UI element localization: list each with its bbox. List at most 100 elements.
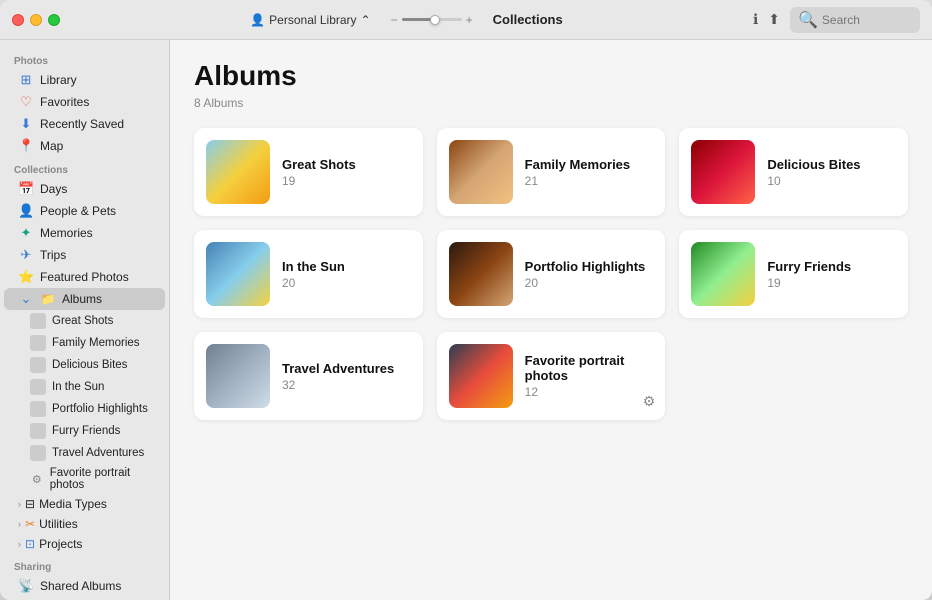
zoom-plus-icon: + <box>466 13 473 27</box>
minimize-button[interactable] <box>30 14 42 26</box>
album-card-in-the-sun[interactable]: In the Sun20 <box>194 230 423 318</box>
maximize-button[interactable] <box>48 14 60 26</box>
sidebar-item-favorites[interactable]: ♡ Favorites <box>4 91 165 113</box>
zoom-slider[interactable] <box>402 18 462 21</box>
sidebar-item-recently-saved[interactable]: ⬇ Recently Saved <box>4 113 165 135</box>
albums-count: 8 Albums <box>194 96 908 110</box>
sidebar-label-in-the-sun: In the Sun <box>52 381 104 393</box>
sidebar-item-favorite-portrait[interactable]: ⚙ Favorite portrait photos <box>4 464 165 494</box>
album-count-favorite-portrait: 12 <box>525 385 654 399</box>
map-icon: 📍 <box>18 138 34 154</box>
library-name: Personal Library <box>269 13 356 27</box>
album-count-travel-adventures: 32 <box>282 378 411 392</box>
album-name-great-shots: Great Shots <box>282 157 411 172</box>
albums-grid: Great Shots19Family Memories21Delicious … <box>194 128 908 420</box>
album-card-portfolio-highlights[interactable]: Portfolio Highlights20 <box>437 230 666 318</box>
album-card-great-shots[interactable]: Great Shots19 <box>194 128 423 216</box>
chevron-right-icon-3: › <box>18 539 21 549</box>
favorites-icon: ♡ <box>18 94 34 110</box>
sidebar-item-in-the-sun[interactable]: In the Sun <box>4 376 165 398</box>
family-memories-thumb <box>30 335 46 351</box>
chevron-right-icon-2: › <box>18 519 21 529</box>
sidebar-label-favorite-portrait: Favorite portrait photos <box>50 467 151 491</box>
sidebar-item-albums[interactable]: ⌄ 📁 Albums <box>4 288 165 310</box>
sidebar-label-trips: Trips <box>40 248 66 262</box>
trips-icon: ✈ <box>18 247 34 263</box>
travel-adventures-thumb <box>30 445 46 461</box>
main-content: Photos ⊞ Library ♡ Favorites ⬇ Recently … <box>0 40 932 600</box>
album-name-family-memories: Family Memories <box>525 157 654 172</box>
album-name-travel-adventures: Travel Adventures <box>282 361 411 376</box>
album-name-favorite-portrait: Favorite portrait photos <box>525 353 654 383</box>
album-card-delicious-bites[interactable]: Delicious Bites 10 <box>679 128 908 216</box>
search-input[interactable] <box>822 13 912 27</box>
projects-icon: ⊡ <box>25 537 35 551</box>
sidebar-item-projects[interactable]: › ⊡ Projects <box>4 534 165 554</box>
album-card-family-memories[interactable]: Family Memories 21 <box>437 128 666 216</box>
sidebar-item-portfolio-highlights[interactable]: Portfolio Highlights <box>4 398 165 420</box>
album-card-travel-adventures[interactable]: Travel Adventures 32 <box>194 332 423 420</box>
people-pets-icon: 👤 <box>18 203 34 219</box>
sidebar-label-featured-photos: Featured Photos <box>40 270 129 284</box>
favorite-portrait-gear-icon: ⚙ <box>30 473 44 486</box>
sidebar-section-sharing: Sharing <box>0 554 169 575</box>
sidebar-item-media-types[interactable]: › ⊟ Media Types <box>4 494 165 514</box>
titlebar: 👤 Personal Library ⌃ − + Collections ℹ ⬆… <box>0 0 932 40</box>
zoom-minus-icon: − <box>391 13 398 27</box>
album-thumb-travel-adventures <box>206 344 270 408</box>
sidebar-item-featured-photos[interactable]: ⭐ Featured Photos <box>4 266 165 288</box>
sidebar-item-travel-adventures[interactable]: Travel Adventures <box>4 442 165 464</box>
sidebar-label-media-types: Media Types <box>39 497 107 511</box>
sidebar-label-great-shots: Great Shots <box>52 315 113 327</box>
sidebar-label-family-memories: Family Memories <box>52 337 140 349</box>
titlebar-right: ℹ ⬆ 🔍 <box>753 7 920 33</box>
sidebar-item-utilities[interactable]: › ✂ Utilities <box>4 514 165 534</box>
album-name-delicious-bites: Delicious Bites <box>767 157 896 172</box>
search-box[interactable]: 🔍 <box>790 7 920 33</box>
sidebar-label-shared-albums: Shared Albums <box>40 579 121 593</box>
memories-icon: ✦ <box>18 225 34 241</box>
library-selector[interactable]: 👤 Personal Library ⌃ <box>250 13 370 27</box>
sidebar-label-portfolio-highlights: Portfolio Highlights <box>52 403 148 415</box>
album-count-family-memories: 21 <box>525 174 654 188</box>
sidebar-label-furry-friends: Furry Friends <box>52 425 120 437</box>
album-count-furry-friends: 19 <box>767 276 896 290</box>
sidebar-item-days[interactable]: 📅 Days <box>4 178 165 200</box>
sidebar-section-photos: Photos <box>0 48 169 69</box>
album-name-portfolio-highlights: Portfolio Highlights <box>525 259 654 274</box>
album-name-furry-friends: Furry Friends <box>767 259 896 274</box>
days-icon: 📅 <box>18 181 34 197</box>
album-gear-icon[interactable]: ⚙ <box>643 393 656 410</box>
search-icon: 🔍 <box>798 10 818 30</box>
album-thumb-portfolio-highlights <box>449 242 513 306</box>
sidebar-label-albums: Albums <box>62 292 102 306</box>
sidebar-item-library[interactable]: ⊞ Library <box>4 69 165 91</box>
sidebar-label-utilities: Utilities <box>39 517 78 531</box>
sidebar-item-furry-friends[interactable]: Furry Friends <box>4 420 165 442</box>
sidebar-item-family-memories[interactable]: Family Memories <box>4 332 165 354</box>
delicious-bites-thumb <box>30 357 46 373</box>
sidebar-label-recently-saved: Recently Saved <box>40 117 124 131</box>
in-the-sun-thumb <box>30 379 46 395</box>
sidebar-item-great-shots[interactable]: Great Shots <box>4 310 165 332</box>
sidebar-label-favorites: Favorites <box>40 95 89 109</box>
album-count-delicious-bites: 10 <box>767 174 896 188</box>
sidebar-item-shared-albums[interactable]: 📡 Shared Albums <box>4 575 165 597</box>
album-card-furry-friends[interactable]: Furry Friends 19 <box>679 230 908 318</box>
sidebar-item-delicious-bites[interactable]: Delicious Bites <box>4 354 165 376</box>
sidebar-item-people-pets[interactable]: 👤 People & Pets <box>4 200 165 222</box>
share-icon[interactable]: ⬆ <box>768 11 780 28</box>
close-button[interactable] <box>12 14 24 26</box>
sidebar-item-memories[interactable]: ✦ Memories <box>4 222 165 244</box>
utilities-icon: ✂ <box>25 517 35 531</box>
sidebar-item-trips[interactable]: ✈ Trips <box>4 244 165 266</box>
info-icon[interactable]: ℹ <box>753 11 758 28</box>
great-shots-thumb <box>30 313 46 329</box>
page-title: Albums <box>194 60 908 92</box>
album-card-favorite-portrait[interactable]: Favorite portrait photos 12⚙ <box>437 332 666 420</box>
app-window: 👤 Personal Library ⌃ − + Collections ℹ ⬆… <box>0 0 932 600</box>
sidebar-item-map[interactable]: 📍 Map <box>4 135 165 157</box>
sidebar: Photos ⊞ Library ♡ Favorites ⬇ Recently … <box>0 40 170 600</box>
sidebar-label-people-pets: People & Pets <box>40 204 116 218</box>
furry-friends-thumb <box>30 423 46 439</box>
